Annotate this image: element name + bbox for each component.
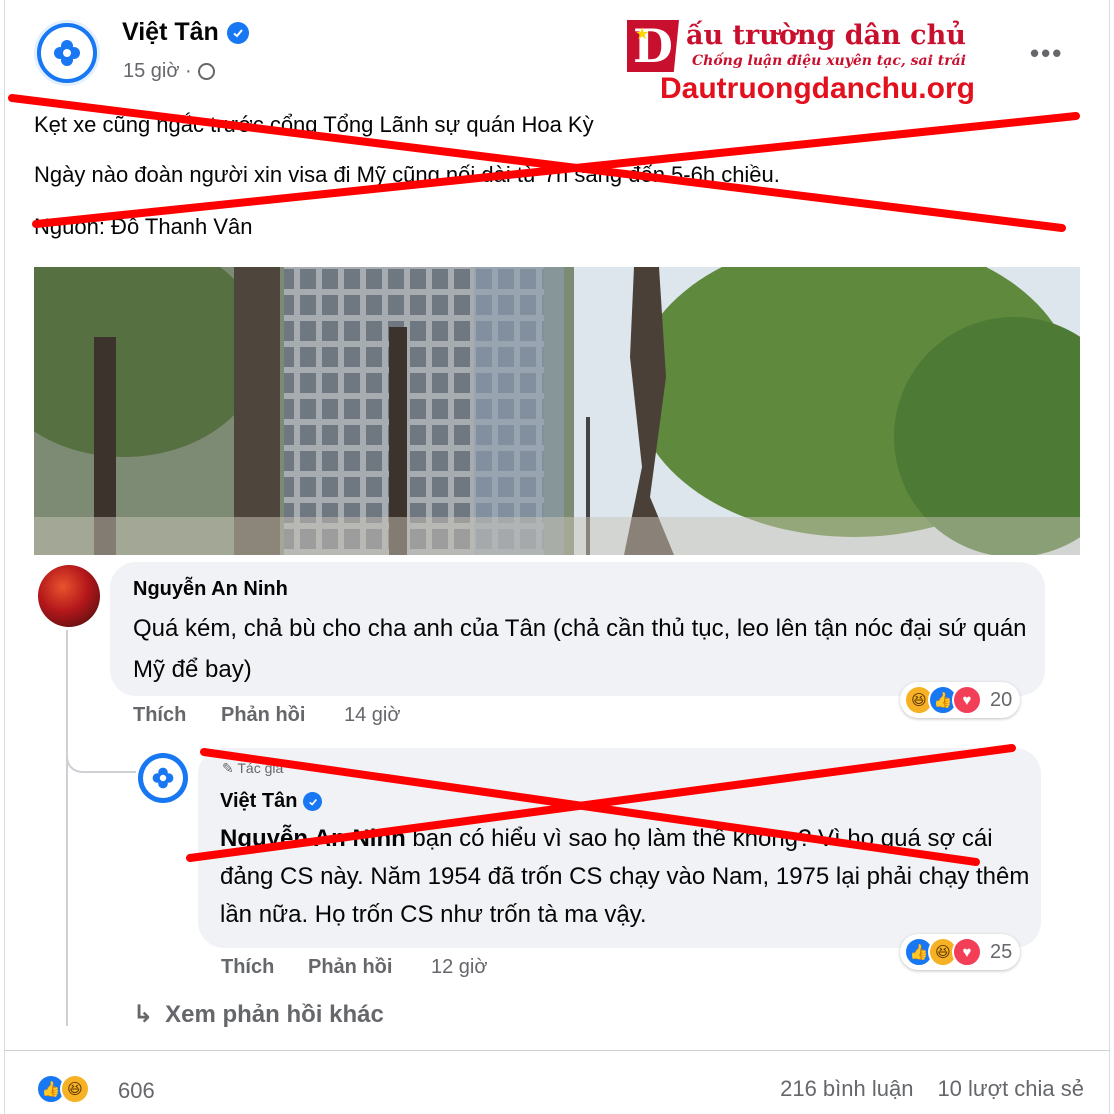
reply-reactions[interactable]: 👍 😆 ♥ 25	[900, 934, 1021, 970]
comment-reactions[interactable]: 😆 👍 ♥ 20	[900, 682, 1021, 718]
more-replies-link[interactable]: ↳ Xem phản hồi khác	[133, 1000, 384, 1029]
thread-line	[66, 630, 68, 1026]
star-icon: ★	[635, 26, 650, 43]
post-stats: 216 bình luận 10 lượt chia sẻ	[780, 1076, 1084, 1102]
post-text-line-2: Ngày nào đoàn người xin visa đi Mỹ cũng …	[34, 162, 780, 187]
post-text-line-1: Kẹt xe cũng ngắc trước cổng Tổng Lãnh sự…	[34, 112, 594, 137]
comment-text: Quá kém, chả bù cho cha anh của Tân (chả…	[133, 615, 1027, 683]
reply-text: Nguyễn An Ninh bạn có hiểu vì sao họ làm…	[220, 820, 1030, 934]
comment-time[interactable]: 14 giờ	[344, 704, 400, 727]
commenter-avatar[interactable]	[38, 565, 100, 627]
page-avatar[interactable]	[34, 20, 100, 86]
reply-reaction-count: 25	[990, 940, 1013, 963]
comment-author[interactable]: Nguyễn An Ninh	[133, 578, 288, 601]
post-text-line-3: Nguồn: Đỗ Thanh Vân	[34, 214, 253, 239]
post-reaction-count[interactable]: 606	[118, 1078, 155, 1104]
flower-logo-icon	[41, 27, 93, 79]
reply-reply-button[interactable]: Phản hồi	[308, 956, 392, 979]
watermark-title: ấu trường dân chủ	[686, 20, 966, 51]
thread-connector	[66, 745, 136, 773]
comment-like-button[interactable]: Thích	[133, 704, 186, 727]
verified-badge-icon	[226, 21, 249, 44]
love-reaction-icon: ♥	[952, 685, 982, 715]
reply-author[interactable]: Việt Tân	[220, 790, 323, 813]
haha-reaction-icon: 😆	[60, 1074, 90, 1104]
reply-author-name[interactable]: Việt Tân	[220, 790, 297, 813]
post-reactions[interactable]: 👍 😆	[36, 1074, 90, 1104]
love-reaction-icon: ♥	[952, 937, 982, 967]
reply-like-button[interactable]: Thích	[221, 956, 274, 979]
post-photo[interactable]	[34, 267, 1080, 555]
more-replies-label: Xem phản hồi khác	[165, 1000, 384, 1028]
watermark-url: Dautruongdanchu.org	[660, 72, 975, 105]
share-count[interactable]: 10 lượt chia sẻ	[937, 1076, 1084, 1102]
comment-reply-button[interactable]: Phản hồi	[221, 704, 305, 727]
post-meta: 15 giờ ·	[123, 60, 215, 83]
reply-author-avatar[interactable]	[138, 753, 188, 803]
page-name-text[interactable]: Việt Tân	[122, 18, 219, 47]
reply-mention[interactable]: Nguyễn An Ninh	[220, 825, 406, 852]
verified-badge-icon	[303, 792, 323, 811]
globe-icon	[197, 63, 215, 80]
watermark-subtitle: Chống luận điệu xuyên tạc, sai trái	[692, 53, 966, 69]
reply-arrow-icon: ↳	[133, 1001, 154, 1028]
comment-count[interactable]: 216 bình luận	[780, 1076, 913, 1102]
reply-time[interactable]: 12 giờ	[431, 956, 487, 979]
author-badge: ✎ Tác giả	[222, 760, 284, 776]
post-time[interactable]: 15 giờ ·	[123, 60, 192, 83]
footer-divider	[4, 1050, 1110, 1051]
page-name[interactable]: Việt Tân	[122, 18, 249, 47]
more-options-button[interactable]: •••	[1030, 38, 1063, 69]
comment-reaction-count: 20	[990, 688, 1013, 711]
author-badge-label: Tác giả	[237, 760, 284, 776]
flower-logo-icon	[143, 758, 183, 798]
